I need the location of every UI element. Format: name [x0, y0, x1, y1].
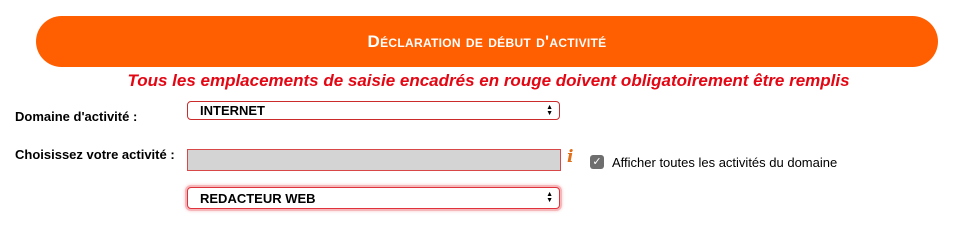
checkmark-icon: ✓ [592, 155, 602, 168]
domaine-label: Domaine d'activité : [15, 109, 138, 124]
page-header-banner: Déclaration de début d'activité [36, 16, 938, 67]
select-arrows-icon: ▲ ▼ [546, 103, 553, 117]
activite-select[interactable]: REDACTEUR WEB ▲ ▼ [187, 187, 560, 209]
domaine-select[interactable]: INTERNET ▲ ▼ [187, 101, 560, 120]
activite-search-input[interactable] [187, 149, 561, 171]
info-icon[interactable]: i [567, 147, 573, 167]
show-all-activities-label[interactable]: Afficher toutes les activités du domaine [612, 155, 837, 171]
required-fields-notice: Tous les emplacements de saisie encadrés… [127, 71, 850, 90]
activite-label: Choisissez votre activité : [15, 147, 175, 162]
page-title: Déclaration de début d'activité [367, 31, 607, 51]
activite-select-value: REDACTEUR WEB [200, 190, 316, 206]
show-all-activities-checkbox[interactable]: ✓ [590, 155, 604, 169]
domaine-select-value: INTERNET [200, 103, 265, 118]
select-arrows-icon: ▲ ▼ [546, 191, 553, 204]
